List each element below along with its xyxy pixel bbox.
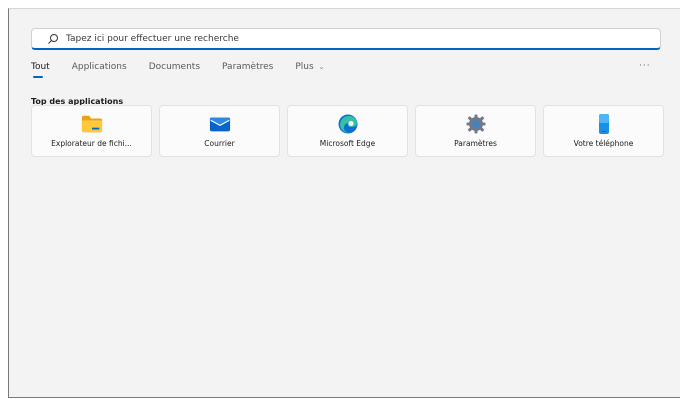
mail-icon (209, 113, 231, 135)
folder-icon (81, 113, 103, 135)
app-label: Courrier (204, 139, 235, 148)
tab-more[interactable]: Plus ⌄ (295, 62, 324, 78)
app-card-settings[interactable]: Paramètres (415, 105, 536, 157)
app-card-your-phone[interactable]: Votre téléphone (543, 105, 664, 157)
app-label: Paramètres (454, 139, 497, 148)
app-card-file-explorer[interactable]: Explorateur de fichi... (31, 105, 152, 157)
more-options-button[interactable]: ··· (639, 61, 651, 71)
top-apps-list: Explorateur de fichi... Courrier Microso… (31, 105, 671, 157)
app-card-mail[interactable]: Courrier (159, 105, 280, 157)
tab-applications[interactable]: Applications (72, 62, 127, 78)
search-box[interactable] (31, 28, 661, 50)
phone-icon (593, 113, 615, 135)
gear-icon (465, 113, 487, 135)
search-input[interactable] (66, 29, 626, 48)
edge-icon (337, 113, 359, 135)
tab-settings[interactable]: Paramètres (222, 62, 273, 78)
chevron-down-icon: ⌄ (318, 63, 325, 71)
tab-all[interactable]: Tout (31, 62, 50, 78)
tab-more-label: Plus (295, 62, 314, 72)
search-icon (46, 32, 60, 46)
app-label: Microsoft Edge (319, 139, 376, 148)
filter-tabs: Tout Applications Documents Paramètres P… (31, 62, 346, 84)
search-panel: Tout Applications Documents Paramètres P… (8, 8, 680, 398)
app-card-edge[interactable]: Microsoft Edge (287, 105, 408, 157)
app-label: Explorateur de fichi... (51, 139, 132, 148)
tab-documents[interactable]: Documents (149, 62, 200, 78)
app-label: Votre téléphone (573, 139, 634, 148)
